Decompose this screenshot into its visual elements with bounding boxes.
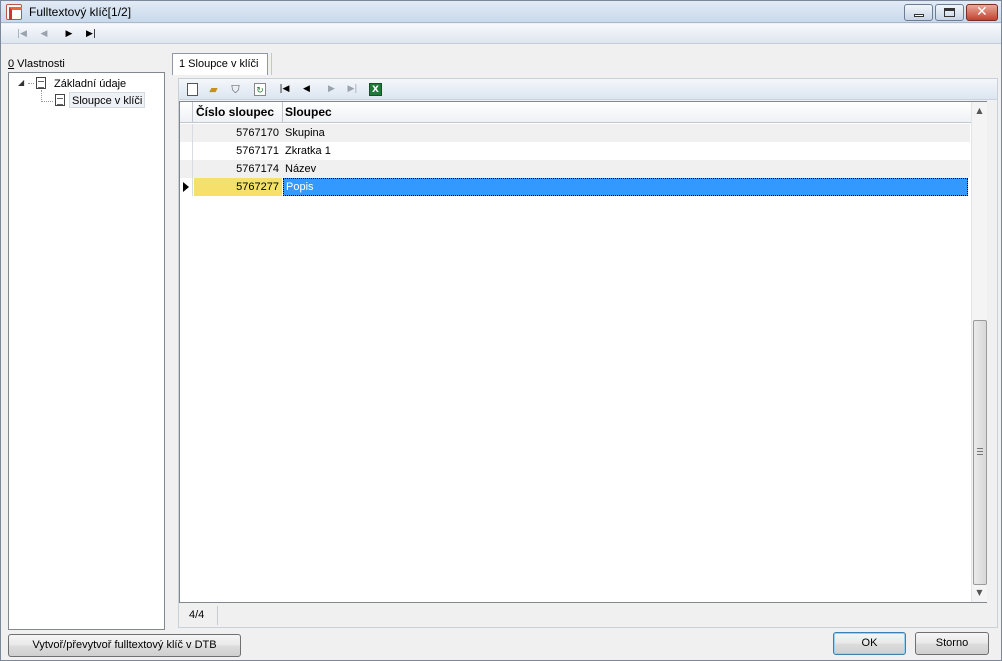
last-record-icon[interactable]: ▶|	[84, 27, 98, 41]
tab-vlastnosti[interactable]: 0 Vlastnosti	[8, 58, 65, 70]
row-indicator	[180, 124, 193, 142]
cell-sloupec[interactable]: Skupina	[283, 124, 968, 142]
data-grid[interactable]: Číslo sloupec Sloupec 5767170 Skupina 57…	[179, 101, 987, 603]
cell-cislo[interactable]: 5767170	[194, 124, 282, 142]
cancel-button[interactable]: Storno	[915, 632, 989, 655]
tree-item-label: Sloupce v klíči	[72, 95, 143, 107]
refresh-icon[interactable]: ↻	[254, 83, 266, 96]
row-indicator	[180, 142, 193, 160]
cell-sloupec[interactable]: Název	[283, 160, 968, 178]
tree-item-label: Základní údaje	[54, 78, 127, 90]
minimize-button[interactable]	[904, 4, 933, 21]
status-divider	[217, 606, 218, 625]
create-fulltext-key-button[interactable]: Vytvoř/převytvoř fulltextový klíč v DTB	[8, 634, 241, 657]
document-icon	[36, 77, 46, 89]
table-row-selected[interactable]: 5767277 Popis	[180, 178, 970, 196]
row-indicator-header	[180, 102, 193, 123]
grid-header: Číslo sloupec Sloupec	[180, 102, 986, 123]
prev-record-icon[interactable]: ◀	[299, 82, 314, 97]
main-window: Fulltextový klíč[1/2] ✕ |◀ ◀ ▶ ▶| 0 Vlas…	[0, 0, 1002, 661]
scrollbar-thumb[interactable]	[973, 320, 987, 585]
cell-cislo[interactable]: 5767171	[194, 142, 282, 160]
first-record-icon[interactable]: |◀	[15, 27, 29, 41]
property-tree: ◢ Základní údaje Sloupce v klíči	[8, 72, 165, 630]
restore-icon	[944, 8, 955, 17]
open-folder-icon[interactable]: ▰	[206, 82, 221, 97]
close-button[interactable]: ✕	[966, 4, 998, 21]
first-record-icon[interactable]: |◀	[277, 82, 292, 97]
row-indicator	[180, 160, 193, 178]
cell-cislo[interactable]: 5767277	[194, 178, 282, 196]
grip-icon	[977, 448, 983, 455]
filter-icon[interactable]: ⛉	[228, 82, 243, 97]
ok-button[interactable]: OK	[833, 632, 906, 655]
next-record-icon[interactable]: ▶	[324, 82, 339, 97]
tree-connector	[41, 90, 53, 102]
restore-button[interactable]	[935, 4, 964, 21]
app-logo-icon	[6, 4, 22, 20]
cell-cislo[interactable]: 5767174	[194, 160, 282, 178]
row-indicator	[180, 178, 193, 196]
current-row-arrow-icon	[183, 182, 189, 192]
next-record-icon[interactable]: ▶	[62, 27, 76, 41]
tab-divider	[271, 53, 272, 75]
scroll-up-icon[interactable]: ▲	[972, 102, 987, 119]
grid-toolbar: ▰ ⛉ ↻ |◀ ◀ ▶ ▶| X	[179, 79, 997, 100]
record-count: 4/4	[189, 609, 205, 621]
tree-item-zakladni-udaje[interactable]: Základní údaje	[54, 76, 126, 92]
table-row[interactable]: 5767174 Název	[180, 160, 970, 178]
column-header-cislo[interactable]: Číslo sloupec	[194, 102, 283, 123]
document-icon	[55, 94, 65, 106]
excel-export-icon[interactable]: X	[369, 83, 382, 96]
table-row[interactable]: 5767171 Zkratka 1	[180, 142, 970, 160]
prev-record-icon[interactable]: ◀	[37, 27, 51, 41]
column-header-sloupec[interactable]: Sloupec	[283, 102, 969, 123]
scroll-down-icon[interactable]: ▼	[972, 584, 987, 601]
last-record-icon[interactable]: ▶|	[345, 82, 360, 97]
tree-item-sloupce-v-klici[interactable]: Sloupce v klíči	[69, 92, 146, 108]
collapse-icon[interactable]: ◢	[18, 78, 24, 87]
table-row[interactable]: 5767170 Skupina	[180, 124, 970, 142]
status-bar: 4/4	[179, 605, 997, 626]
window-title: Fulltextový klíč[1/2]	[29, 5, 132, 19]
tab-sloupce-label: 1 Sloupce v klíči	[179, 58, 259, 70]
record-navigator: |◀ ◀ ▶ ▶|	[1, 24, 1001, 44]
tab-sloupce-v-klici[interactable]: 1 Sloupce v klíči	[172, 53, 268, 75]
cell-sloupec[interactable]: Zkratka 1	[283, 142, 968, 160]
new-record-icon[interactable]	[187, 83, 198, 96]
tab-vlastnosti-label: Vlastnosti	[14, 58, 65, 70]
cell-sloupec[interactable]: Popis	[283, 178, 968, 196]
close-icon: ✕	[976, 4, 988, 20]
title-bar: Fulltextový klíč[1/2] ✕	[1, 1, 1001, 23]
vertical-scrollbar[interactable]: ▲ ▼	[971, 102, 987, 602]
tree-connector	[28, 83, 34, 84]
minimize-icon	[914, 14, 924, 17]
